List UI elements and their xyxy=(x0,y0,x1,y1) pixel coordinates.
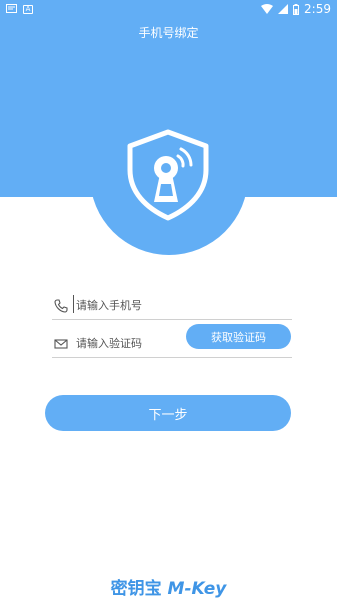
mail-icon xyxy=(54,336,68,350)
notification-icon xyxy=(6,3,17,16)
text-cursor xyxy=(73,295,74,313)
status-bar: A 2:59 xyxy=(0,0,337,18)
phone-field-row xyxy=(52,290,292,320)
shield-keyhole-icon xyxy=(120,126,216,222)
brand-name-en: M-Key xyxy=(167,579,227,599)
brand-name-cn: 密钥宝 xyxy=(110,579,162,599)
wifi-icon xyxy=(261,4,274,14)
phone-icon xyxy=(54,298,68,313)
battery-icon xyxy=(293,3,300,15)
get-code-button[interactable]: 获取验证码 xyxy=(186,324,291,349)
a-badge-icon: A xyxy=(23,5,33,14)
phone-input[interactable] xyxy=(76,295,226,315)
status-time: 2:59 xyxy=(304,2,331,16)
next-step-button[interactable]: 下一步 xyxy=(45,395,291,431)
brand-name: 密钥宝 M-Key xyxy=(0,574,337,599)
signal-icon xyxy=(278,4,289,14)
page-title: 手机号绑定 xyxy=(138,26,199,40)
